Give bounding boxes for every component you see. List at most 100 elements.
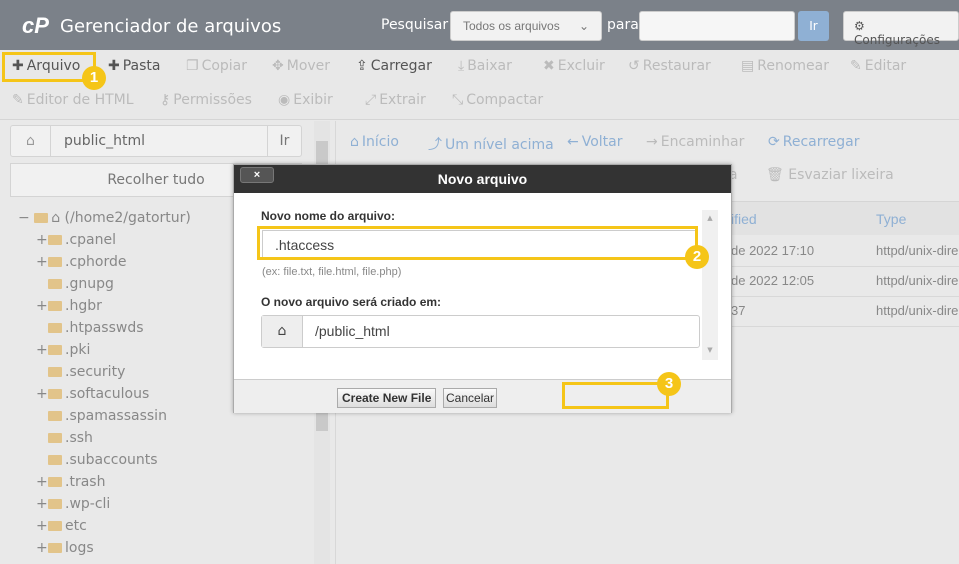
btn-permissões[interactable]: ⚷ Permissões <box>160 92 252 108</box>
tree-item-label: .security <box>65 364 126 380</box>
btn-extrair[interactable]: ⤢ Extrair <box>365 92 426 108</box>
filename-hint: (ex: file.txt, file.html, file.php) <box>262 266 402 278</box>
tree-item[interactable]: + .pki <box>18 339 191 361</box>
plus-icon[interactable]: + <box>36 493 48 515</box>
expand-icon: ⤢ <box>365 92 377 108</box>
tree-item-label: etc <box>65 518 87 534</box>
btn-um-nível-acima[interactable]: ⤴ Um nível acima <box>428 134 554 154</box>
move-icon: ✥ <box>272 58 284 74</box>
btn-restaurar[interactable]: ↺ Restaurar <box>628 58 711 74</box>
plus-icon[interactable]: + <box>36 515 48 537</box>
folder-icon <box>48 455 62 465</box>
tree-item[interactable]: + etc <box>18 515 191 537</box>
btn-label: Recarregar <box>782 134 860 150</box>
path-go-button[interactable]: Ir <box>267 126 301 156</box>
step-3-badge: 3 <box>657 372 681 396</box>
plus-icon[interactable]: + <box>36 383 48 405</box>
tree-item[interactable]: .gnupg <box>18 273 191 295</box>
plus-icon[interactable]: + <box>36 251 48 273</box>
btn-início[interactable]: ⌂ Início <box>350 134 399 150</box>
path-box: ⌂ public_html Ir <box>10 125 302 157</box>
location-value: /public_html <box>315 323 390 339</box>
search-input[interactable] <box>639 11 795 41</box>
filename-label: Novo nome do arquivo: <box>261 209 396 223</box>
minus-icon[interactable]: − <box>18 210 30 226</box>
tree-item-label: .cphorde <box>65 254 127 270</box>
key-icon: ⚷ <box>160 92 171 108</box>
btn-renomear[interactable]: ▤ Renomear <box>741 58 829 74</box>
step-1-badge: 1 <box>82 66 106 90</box>
btn-label: Copiar <box>201 58 248 74</box>
plus-icon[interactable]: + <box>36 537 48 559</box>
home-icon[interactable]: ⌂ <box>11 126 51 156</box>
tree-item[interactable]: + logs <box>18 537 191 559</box>
btn-label: Extrair <box>379 92 426 108</box>
btn-encaminhar[interactable]: → Encaminhar <box>646 134 744 150</box>
empty-trash-button[interactable]: 🗑 Esvaziar lixeira <box>766 167 894 183</box>
create-new-file-button[interactable]: Create New File <box>337 388 437 408</box>
tree-item[interactable]: + .softaculous <box>18 383 191 405</box>
folder-open-icon <box>34 213 49 223</box>
cell-type: httpd/unix-dire <box>876 303 959 318</box>
step-2-highlight <box>257 226 698 260</box>
compress-icon: ⤡ <box>452 92 464 108</box>
plus-icon[interactable]: + <box>36 339 48 361</box>
folder-icon <box>48 279 62 289</box>
folder-tree: − ⌂ (/home2/gatortur) + .cpanel + .cphorde.… <box>18 207 191 559</box>
tree-item[interactable]: + .cpanel <box>18 229 191 251</box>
plus-icon[interactable]: + <box>36 229 48 251</box>
btn-carregar[interactable]: ⇪ Carregar <box>356 58 432 74</box>
tree-item[interactable]: .ssh <box>18 427 191 449</box>
plus-icon[interactable]: + <box>36 471 48 493</box>
tree-item[interactable]: + .cphorde <box>18 251 191 273</box>
tree-item[interactable]: .spamassassin <box>18 405 191 427</box>
col-type[interactable]: Type <box>876 211 906 227</box>
arrow-left-icon: ← <box>567 134 579 150</box>
btn-mover[interactable]: ✥ Mover <box>272 58 330 74</box>
cell-modified: de 2022 17:10 <box>731 243 815 258</box>
btn-recarregar[interactable]: ⟳ Recarregar <box>768 134 860 150</box>
btn-baixar[interactable]: ⤓ Baixar <box>458 58 512 74</box>
path-input[interactable]: public_html <box>64 133 145 149</box>
for-label: para <box>607 17 639 33</box>
cell-modified: de 2022 12:05 <box>731 273 815 288</box>
folder-icon <box>48 389 62 399</box>
btn-editor-de-html[interactable]: ✎ Editor de HTML <box>12 92 134 108</box>
toolbar: ✚ Arquivo ✚ Pasta ❐ Copiar ✥ Mover ⇪ Carregar ⤓ Bai… <box>0 50 959 120</box>
cancel-button[interactable]: Cancelar <box>443 388 498 408</box>
search-go-button[interactable]: Ir <box>798 11 829 41</box>
btn-pasta[interactable]: ✚ Pasta <box>108 58 161 74</box>
btn-exibir[interactable]: ◉ Exibir <box>278 92 333 108</box>
tree-item[interactable]: + .hgbr <box>18 295 191 317</box>
btn-label: Voltar <box>581 134 623 150</box>
search-scope-value: Todos os arquivos <box>463 19 560 33</box>
close-button[interactable]: × <box>240 167 274 183</box>
tree-item[interactable]: + .trash <box>18 471 191 493</box>
btn-copiar[interactable]: ❐ Copiar <box>186 58 247 74</box>
btn-excluir[interactable]: ✖ Excluir <box>543 58 605 74</box>
tree-item-label: .softaculous <box>65 386 150 402</box>
upload-icon: ⇪ <box>356 58 368 74</box>
col-modified[interactable]: ified <box>731 211 757 227</box>
dialog-title: Novo arquivo <box>437 171 528 187</box>
plus-icon[interactable]: + <box>36 295 48 317</box>
search-scope-select[interactable]: Todos os arquivos ⌄ <box>450 11 602 41</box>
btn-voltar[interactable]: ← Voltar <box>567 134 623 150</box>
tree-item[interactable]: .htpasswds <box>18 317 191 339</box>
dialog-scrollbar[interactable]: ▲ ▼ <box>702 210 718 360</box>
tree-item-label: .trash <box>65 474 106 490</box>
tree-root[interactable]: − ⌂ (/home2/gatortur) <box>18 207 191 229</box>
folder-icon <box>48 477 62 487</box>
btn-compactar[interactable]: ⤡ Compactar <box>452 92 543 108</box>
cell-modified: 37 <box>731 303 746 318</box>
tree-item[interactable]: + .wp-cli <box>18 493 191 515</box>
home-icon: ⌂ <box>262 316 303 347</box>
btn-editar[interactable]: ✎ Editar <box>850 58 906 74</box>
scroll-up-icon[interactable]: ▲ <box>702 214 718 222</box>
scroll-down-icon[interactable]: ▼ <box>702 346 718 354</box>
page-title: Gerenciador de arquivos <box>60 16 282 37</box>
settings-button[interactable]: ⚙ Configurações <box>843 11 959 47</box>
tree-item-label: .cpanel <box>65 232 116 248</box>
tree-item[interactable]: .subaccounts <box>18 449 191 471</box>
tree-item[interactable]: .security <box>18 361 191 383</box>
